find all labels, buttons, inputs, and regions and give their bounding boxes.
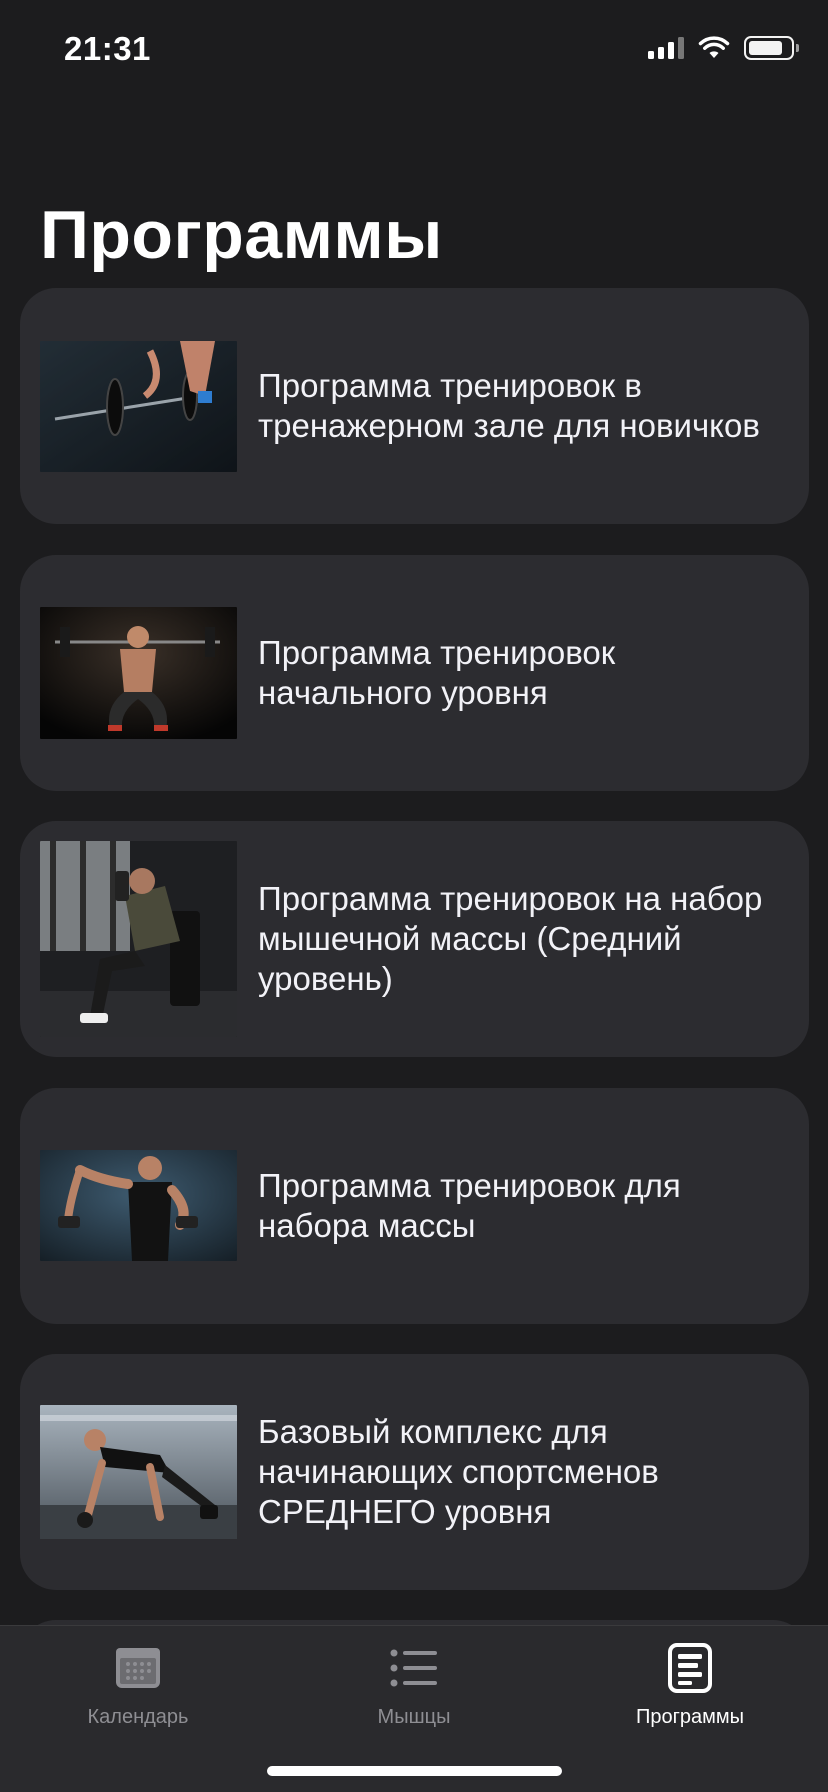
status-time: 21:31 xyxy=(64,30,151,67)
battery-icon xyxy=(744,36,799,60)
tab-muscles[interactable]: Мышцы xyxy=(276,1626,552,1746)
program-card[interactable]: Программа тренировок для набора массы xyxy=(20,1088,809,1324)
page-title: Программы xyxy=(40,197,443,273)
tab-label: Календарь xyxy=(87,1706,189,1728)
program-name: Программа тренировок для набора массы xyxy=(258,1167,681,1244)
tab-calendar[interactable]: Календарь xyxy=(0,1626,276,1746)
program-card[interactable]: Программа тренировок начального уровня xyxy=(20,555,809,791)
status-bar: 21:31 xyxy=(0,0,828,100)
status-icons xyxy=(648,36,799,60)
program-name: Программа тренировок на набор мышечной м… xyxy=(258,880,763,997)
program-card[interactable]: Базовый комплекс для начинающих спортсме… xyxy=(20,1354,809,1590)
program-name: Программа тренировок в тренажерном зале … xyxy=(258,367,760,444)
wifi-icon xyxy=(698,36,730,58)
list-icon xyxy=(388,1642,440,1694)
program-name: Базовый комплекс для начинающих спортсме… xyxy=(258,1413,659,1530)
program-card[interactable]: Программа тренировок на набор мышечной м… xyxy=(20,821,809,1057)
program-card[interactable]: Программа тренировок в тренажерном зале … xyxy=(20,288,809,524)
program-thumbnail xyxy=(40,841,237,1037)
program-thumbnail xyxy=(40,1150,237,1261)
program-thumbnail xyxy=(40,1405,237,1539)
program-name: Программа тренировок начального уровня xyxy=(258,634,616,711)
calendar-icon xyxy=(112,1642,164,1694)
tab-programs[interactable]: Программы xyxy=(552,1626,828,1746)
program-thumbnail xyxy=(40,341,237,472)
tab-label: Программы xyxy=(635,1706,745,1728)
tab-label: Мышцы xyxy=(377,1706,451,1728)
document-icon xyxy=(664,1642,716,1694)
cellular-signal-icon xyxy=(648,37,684,59)
program-thumbnail xyxy=(40,607,237,739)
home-indicator[interactable] xyxy=(267,1766,562,1776)
